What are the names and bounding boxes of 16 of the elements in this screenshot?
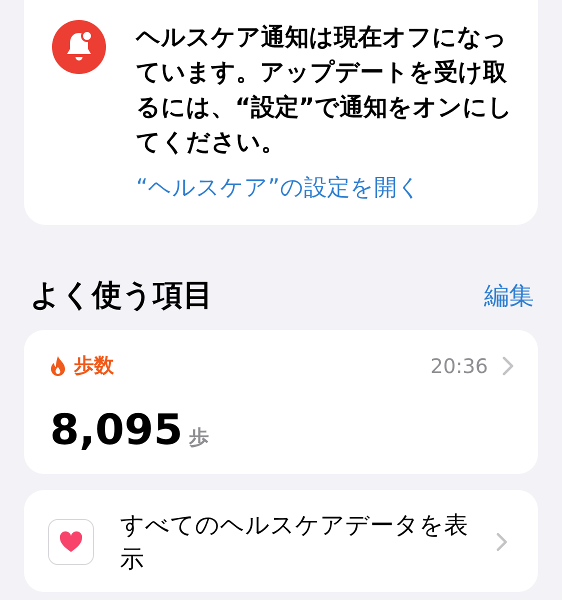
app-icon [48, 519, 94, 565]
steps-card[interactable]: 歩数 20:36 8,095 歩 [24, 330, 538, 474]
metric-name: 歩数 [74, 352, 114, 379]
all-data-label: すべてのヘルスケアデータを表示 [120, 510, 469, 575]
open-settings-link[interactable]: “ヘルスケア”の設定を開く [136, 172, 514, 203]
all-data-row[interactable]: すべてのヘルスケアデータを表示 [24, 490, 538, 592]
section-title: よく使う項目 [30, 277, 213, 315]
edit-link[interactable]: 編集 [484, 279, 534, 312]
metric-unit: 歩 [188, 424, 209, 451]
bell-icon [52, 20, 106, 74]
metric-value: 8,095 [50, 405, 183, 454]
notification-message: ヘルスケア通知は現在オフになっています。アップデートを受け取るには、“設定”で通知をオンにしてください。 [136, 22, 514, 158]
flame-icon [50, 354, 66, 376]
chevron-icon [496, 532, 508, 552]
chevron-icon [502, 356, 514, 376]
metric-time: 20:36 [430, 354, 488, 378]
